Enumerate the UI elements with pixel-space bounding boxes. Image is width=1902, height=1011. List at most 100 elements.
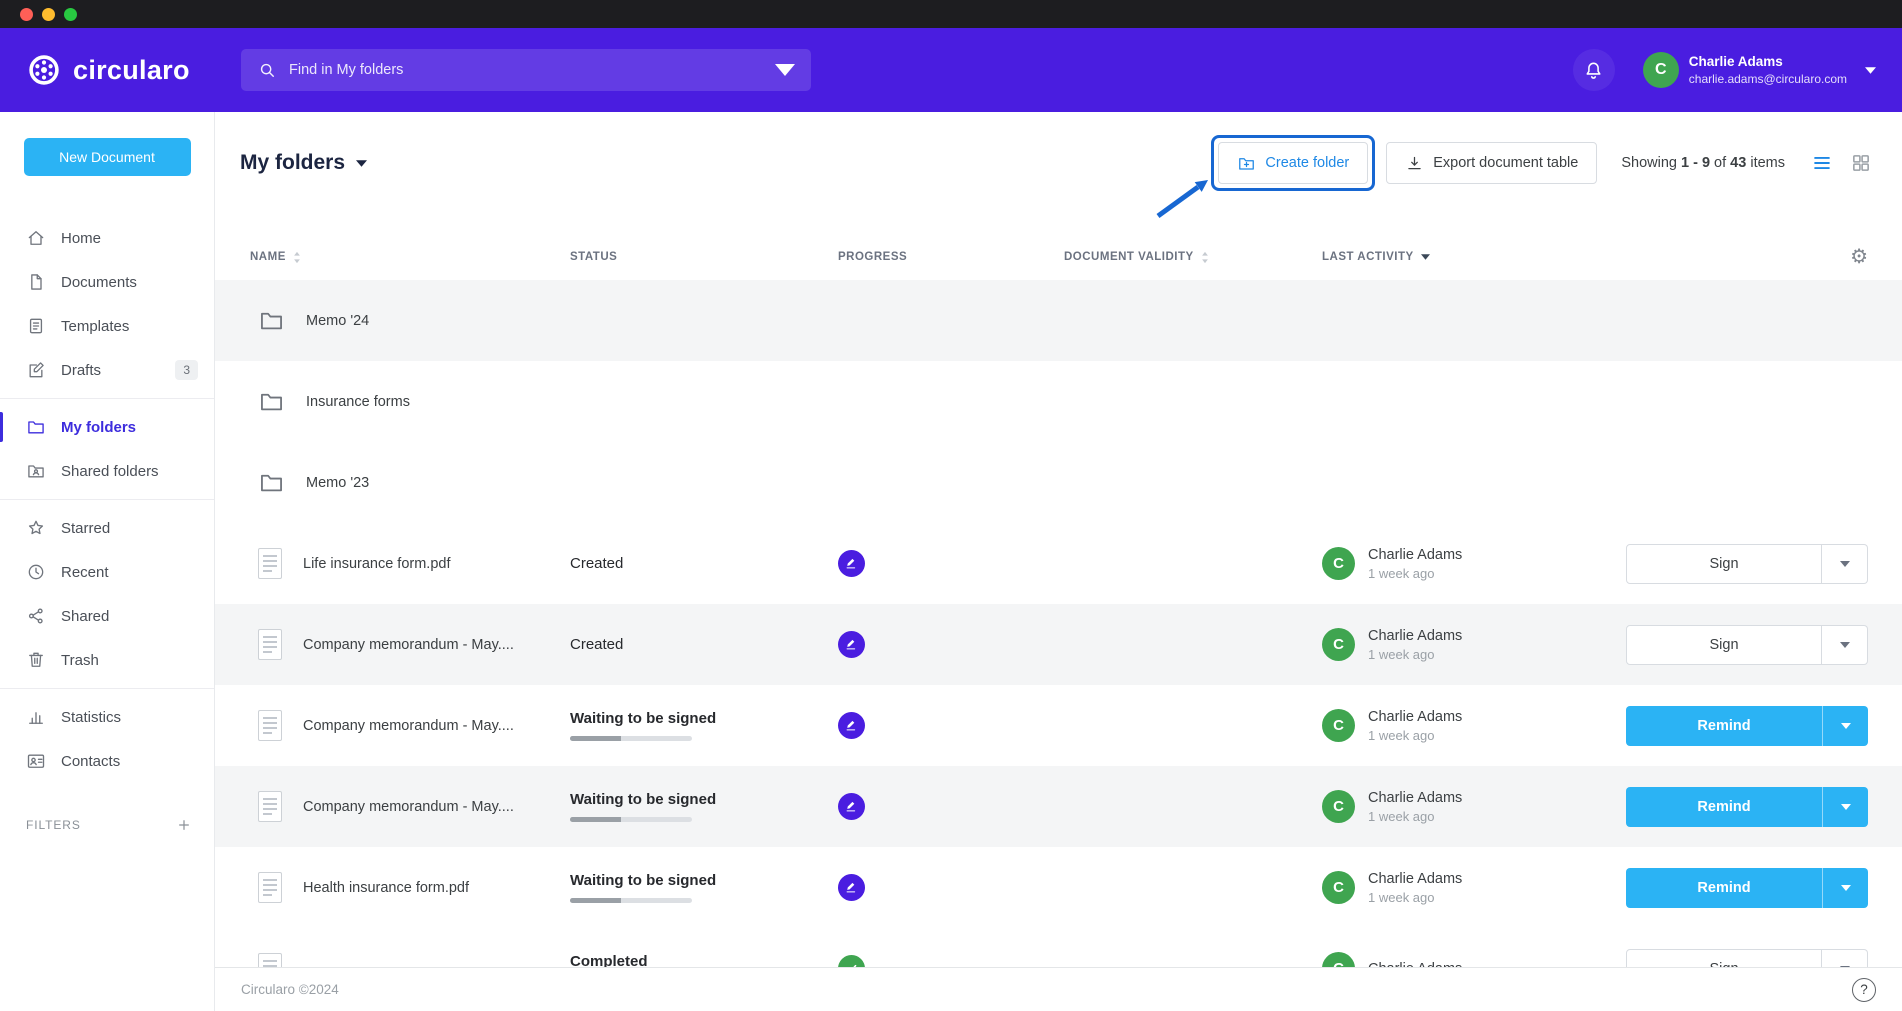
- actor-avatar: C: [1322, 790, 1355, 823]
- action-cell: Sign: [1620, 544, 1868, 584]
- maximize-window-button[interactable]: [64, 8, 77, 21]
- search-input[interactable]: [289, 62, 755, 78]
- remind-dropdown-button[interactable]: [1822, 868, 1868, 908]
- sidebar-item-recent[interactable]: Recent: [0, 550, 214, 594]
- folder-row-memo-24[interactable]: Memo '24: [215, 280, 1902, 361]
- remind-dropdown-button[interactable]: [1822, 706, 1868, 746]
- sign-button[interactable]: Sign: [1626, 949, 1822, 968]
- help-button[interactable]: ?: [1852, 978, 1876, 1002]
- user-menu[interactable]: C Charlie Adams charlie.adams@circularo.…: [1643, 52, 1876, 88]
- sign-dropdown-button[interactable]: [1822, 949, 1868, 968]
- sidebar-item-shared-folders[interactable]: Shared folders: [0, 449, 214, 493]
- column-header-last-activity[interactable]: LAST ACTIVITY: [1322, 251, 1620, 263]
- export-document-table-button[interactable]: Export document table: [1386, 142, 1597, 184]
- document-row-completed[interactable]: CompletedCCharlie AdamsSign: [215, 928, 1902, 967]
- grid-view-button[interactable]: [1850, 152, 1872, 174]
- name-cell: Life insurance form.pdf: [240, 548, 570, 579]
- user-email: charlie.adams@circularo.com: [1689, 72, 1847, 86]
- search-icon: [257, 60, 277, 80]
- remind-button[interactable]: Remind: [1626, 787, 1822, 827]
- item-name[interactable]: Memo '23: [306, 475, 369, 491]
- remind-button[interactable]: Remind: [1626, 868, 1822, 908]
- item-name[interactable]: Life insurance form.pdf: [303, 556, 451, 572]
- folder-row-memo-23[interactable]: Memo '23: [215, 442, 1902, 523]
- last-activity-cell: CCharlie Adams1 week ago: [1322, 709, 1620, 743]
- add-filter-button[interactable]: [176, 817, 192, 833]
- document-icon: [258, 710, 282, 741]
- column-header-document-validity[interactable]: DOCUMENT VALIDITY: [1064, 251, 1322, 264]
- sidebar-item-my-folders[interactable]: My folders: [0, 405, 214, 449]
- brand-name: circularo: [73, 55, 190, 86]
- close-window-button[interactable]: [20, 8, 33, 21]
- minimize-window-button[interactable]: [42, 8, 55, 21]
- sidebar-item-shared[interactable]: Shared: [0, 594, 214, 638]
- sidebar-item-drafts[interactable]: Drafts3: [0, 348, 214, 392]
- name-cell: Insurance forms: [240, 388, 570, 415]
- sidebar-item-templates[interactable]: Templates: [0, 304, 214, 348]
- sidebar-item-trash[interactable]: Trash: [0, 638, 214, 682]
- action-cell: Remind: [1620, 787, 1868, 827]
- brand-logo[interactable]: circularo: [26, 52, 221, 88]
- item-name[interactable]: Insurance forms: [306, 394, 410, 410]
- folder-row-insurance-forms[interactable]: Insurance forms: [215, 361, 1902, 442]
- sign-button[interactable]: Sign: [1626, 544, 1822, 584]
- document-row-health-insurance-form-pdf[interactable]: Health insurance form.pdfWaiting to be s…: [215, 847, 1902, 928]
- drafts-count-badge: 3: [175, 360, 198, 380]
- item-name[interactable]: Health insurance form.pdf: [303, 880, 469, 896]
- progress-bar: [570, 898, 692, 903]
- item-name[interactable]: Memo '24: [306, 313, 369, 329]
- document-row-company-memorandum-may[interactable]: Company memorandum - May....Waiting to b…: [215, 685, 1902, 766]
- document-row-company-memorandum-may[interactable]: Company memorandum - May.... Waiting to b…: [215, 766, 1902, 847]
- clock-icon: [26, 562, 46, 582]
- remind-button[interactable]: Remind: [1626, 706, 1822, 746]
- sign-dropdown-button[interactable]: [1822, 544, 1868, 584]
- download-icon: [1405, 154, 1424, 173]
- document-row-life-insurance-form-pdf[interactable]: Life insurance form.pdfCreatedCCharlie A…: [215, 523, 1902, 604]
- showing-count: Showing 1 - 9 of 43 items: [1621, 155, 1785, 171]
- column-header-progress[interactable]: PROGRESS: [838, 251, 1064, 263]
- sidebar-group: StarredRecentSharedTrash: [0, 499, 214, 688]
- progress-cell: [838, 955, 1064, 967]
- sidebar-item-contacts[interactable]: Contacts: [0, 739, 214, 783]
- sign-dropdown-button[interactable]: [1822, 625, 1868, 665]
- action-cell: Remind: [1620, 706, 1868, 746]
- search-dropdown-caret-icon[interactable]: [775, 60, 795, 80]
- search-bar: [241, 49, 811, 91]
- column-header-name[interactable]: NAME: [240, 251, 570, 264]
- app-header: circularo C Charlie Adams charlie.adams@…: [0, 28, 1902, 112]
- name-cell: Health insurance form.pdf: [240, 872, 570, 903]
- sign-button[interactable]: Sign: [1626, 625, 1822, 665]
- sidebar-item-home[interactable]: Home: [0, 216, 214, 260]
- new-document-button[interactable]: New Document: [24, 138, 191, 176]
- action-cell: Sign: [1620, 625, 1868, 665]
- create-folder-wrapper: Create folder: [1218, 142, 1368, 184]
- document-row-company-memorandum-may[interactable]: Company memorandum - May....CreatedCChar…: [215, 604, 1902, 685]
- item-name[interactable]: Company memorandum - May....: [303, 718, 514, 734]
- toolbar: My folders Create folder: [215, 112, 1902, 184]
- progress-cell: [838, 631, 1064, 658]
- create-folder-button[interactable]: Create folder: [1218, 142, 1368, 184]
- item-name[interactable]: Company memorandum - May....: [303, 799, 514, 815]
- last-activity-cell: CCharlie Adams1 week ago: [1322, 628, 1620, 662]
- sort-icon: [293, 251, 301, 264]
- notifications-button[interactable]: [1573, 49, 1615, 91]
- sidebar-item-documents[interactable]: Documents: [0, 260, 214, 304]
- remind-dropdown-button[interactable]: [1822, 787, 1868, 827]
- column-settings-gear-icon[interactable]: ⚙: [1850, 247, 1868, 267]
- sidebar-item-label: Shared folders: [61, 463, 159, 480]
- page-title-caret-icon: [356, 160, 367, 167]
- sort-icon: [1201, 251, 1209, 264]
- status-cell: Waiting to be signed: [570, 791, 838, 822]
- item-name[interactable]: Company memorandum - May....: [303, 637, 514, 653]
- progress-bar: [570, 736, 692, 741]
- activity-time: 1 week ago: [1368, 728, 1462, 743]
- copyright-text: Circularo ©2024: [241, 982, 339, 997]
- sidebar-item-statistics[interactable]: Statistics: [0, 695, 214, 739]
- sidebar-item-starred[interactable]: Starred: [0, 506, 214, 550]
- list-view-button[interactable]: [1811, 152, 1833, 174]
- signature-icon: [838, 631, 865, 658]
- sidebar: New Document HomeDocumentsTemplatesDraft…: [0, 112, 215, 1011]
- column-header-status[interactable]: STATUS: [570, 251, 838, 263]
- page-title[interactable]: My folders: [240, 151, 367, 175]
- folder-icon: [258, 388, 285, 415]
